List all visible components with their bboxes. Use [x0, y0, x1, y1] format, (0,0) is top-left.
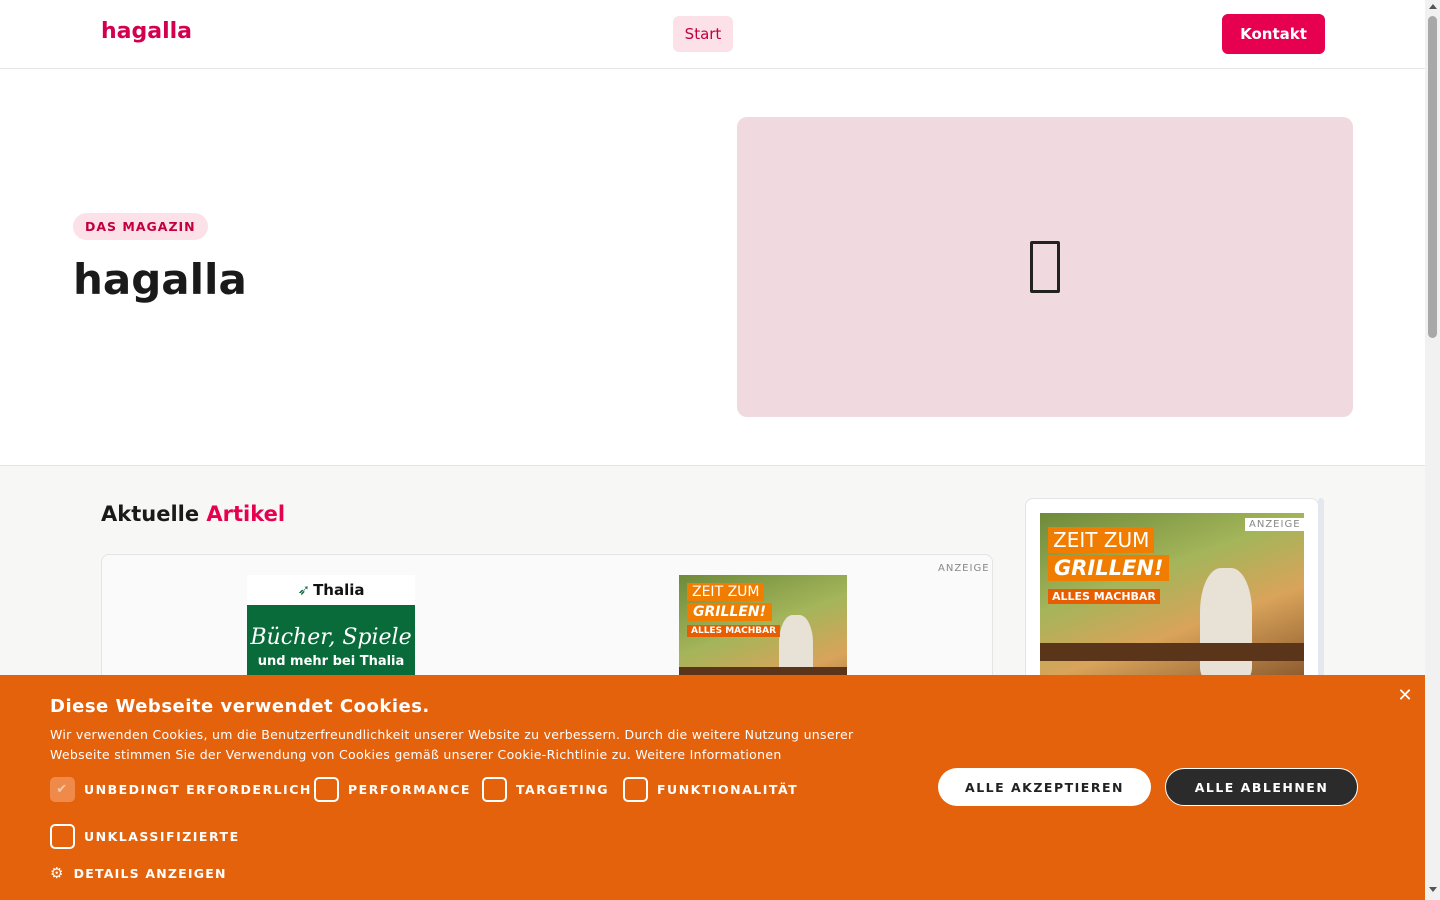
hero-image [737, 117, 1353, 417]
cookie-option-label: FUNKTIONALITÄT [657, 782, 799, 797]
accept-all-button[interactable]: ALLE AKZEPTIEREN [938, 768, 1151, 806]
checkbox-checked[interactable]: ✔ [50, 777, 75, 802]
scrollbar-thumb[interactable] [1428, 16, 1437, 338]
grill-tag: ALLES MACHBAR [687, 625, 781, 637]
sidebar-scrollbar[interactable] [1318, 498, 1324, 698]
hero-section: DAS MAGAZIN hagalla [0, 69, 1425, 466]
sidebar-grill-tag: ALLES MACHBAR [1048, 589, 1160, 604]
sidebar-ad[interactable]: ZEIT ZUM GRILLEN! ALLES MACHBAR ANZEIGE [1025, 498, 1319, 698]
ad-label: ANZEIGE [938, 563, 990, 574]
section-title-main: Aktuelle [101, 502, 200, 526]
show-details-label: DETAILS ANZEIGEN [73, 865, 227, 881]
nav-item-start[interactable]: Start [673, 16, 733, 52]
checkbox[interactable] [623, 777, 648, 802]
cookie-title: Diese Webseite verwendet Cookies. [50, 696, 430, 717]
thalia-logo: ➶ Thalia [247, 575, 415, 605]
close-icon[interactable]: ✕ [1395, 686, 1415, 706]
scroll-down-icon[interactable] [1429, 887, 1437, 892]
cookie-option-targeting[interactable]: TARGETING [482, 777, 609, 802]
cookie-option-performance[interactable]: PERFORMANCE [314, 777, 471, 802]
reject-all-button[interactable]: ALLE ABLEHNEN [1165, 768, 1358, 806]
contact-button[interactable]: Kontakt [1222, 14, 1325, 54]
gear-icon: ⚙ [50, 864, 65, 882]
missing-glyph-icon [1030, 241, 1060, 293]
cookie-option-label: PERFORMANCE [348, 782, 471, 797]
thalia-line2: und mehr bei Thalia [257, 654, 405, 669]
sidebar-ad-label: ANZEIGE [1245, 518, 1304, 531]
show-details-link[interactable]: ⚙ DETAILS ANZEIGEN [50, 864, 227, 882]
sidebar-grill-ad[interactable]: ZEIT ZUM GRILLEN! ALLES MACHBAR ANZEIGE [1040, 513, 1304, 697]
grill-line1: ZEIT ZUM [687, 583, 765, 601]
section-title: Aktuelle Artikel [101, 502, 285, 526]
cookie-option-label: UNBEDINGT ERFORDERLICH [84, 782, 312, 797]
cookie-option-necessary[interactable]: ✔ UNBEDINGT ERFORDERLICH [50, 777, 312, 802]
cookie-description: Wir verwenden Cookies, um die Benutzerfr… [50, 727, 854, 762]
sidebar-grill-line2: GRILLEN! [1048, 555, 1170, 581]
site-logo[interactable]: hagalla [101, 19, 192, 44]
sidebar-grill-line1: ZEIT ZUM [1048, 527, 1155, 553]
thalia-line1: Bücher, Spiele [250, 625, 412, 650]
section-title-accent: Artikel [206, 502, 286, 526]
cookie-banner: ✕ Diese Webseite verwendet Cookies. Wir … [0, 675, 1425, 900]
scroll-up-icon[interactable] [1429, 4, 1437, 9]
site-header: hagalla Start Kontakt [0, 0, 1425, 69]
cookie-option-label: TARGETING [516, 782, 610, 797]
ad-photo-person [1200, 568, 1252, 678]
magazine-badge: DAS MAGAZIN [73, 213, 208, 240]
thalia-brand: Thalia [313, 581, 365, 599]
page-scrollbar[interactable] [1425, 0, 1440, 900]
checkbox[interactable] [314, 777, 339, 802]
cookie-option-label: UNKLASSIFIZIERTE [84, 829, 240, 844]
checkbox[interactable] [482, 777, 507, 802]
ad-photo-table [1040, 643, 1304, 661]
cookie-option-functionality[interactable]: FUNKTIONALITÄT [623, 777, 798, 802]
grill-line2: GRILLEN! [687, 603, 772, 621]
leaf-icon: ➶ [297, 581, 311, 599]
cookie-option-unclassified[interactable]: UNKLASSIFIZIERTE [50, 824, 240, 849]
checkbox[interactable] [50, 824, 75, 849]
hero-title: hagalla [73, 255, 247, 304]
